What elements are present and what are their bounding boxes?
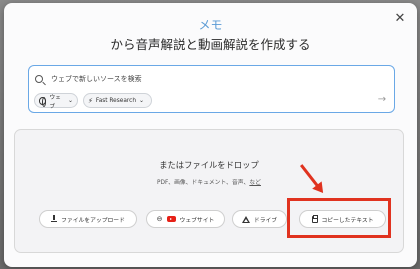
file-drop-zone[interactable]: またはファイルをドロップ PDF、画像、ドキュメント、音声、など ファイルをアッ… bbox=[14, 129, 404, 253]
youtube-icon bbox=[166, 216, 176, 222]
drive-button[interactable]: ドライブ bbox=[232, 210, 287, 228]
clipboard-icon bbox=[311, 214, 318, 223]
chevron-down-icon: ⌄ bbox=[139, 97, 145, 104]
formats-text: PDF、画像、ドキュメント、音声、 bbox=[157, 180, 250, 186]
globe-icon bbox=[39, 96, 47, 107]
upload-file-label: ファイルをアップロード bbox=[61, 217, 125, 224]
source-type-dropdown[interactable]: ウェブ ⌄ bbox=[34, 93, 78, 110]
research-mode-dropdown[interactable]: ⚡ Fast Research ⌄ bbox=[83, 93, 152, 108]
search-icon bbox=[35, 75, 43, 83]
research-mode-label: Fast Research bbox=[95, 97, 137, 104]
source-search-box: ウェブ ⌄ ⚡ Fast Research ⌄ → bbox=[28, 65, 395, 113]
brand-title: メモ bbox=[198, 18, 223, 32]
supported-formats: PDF、画像、ドキュメント、音声、など bbox=[15, 177, 403, 186]
more-formats-link[interactable]: など bbox=[249, 180, 261, 186]
upload-icon bbox=[51, 215, 58, 222]
website-button[interactable]: ⊖ ウェブサイト bbox=[146, 210, 225, 228]
search-input[interactable] bbox=[51, 72, 351, 86]
copied-text-button[interactable]: コピーしたテキスト bbox=[299, 210, 386, 228]
add-source-dialog: ✕ メモ から音声解説と動画解説を作成する ウェブ ⌄ ⚡ Fast Resea… bbox=[4, 3, 417, 267]
drive-icon bbox=[241, 215, 250, 223]
dialog-headline: から音声解説と動画解説を作成する bbox=[110, 37, 311, 52]
source-type-label: ウェブ bbox=[49, 94, 61, 110]
drive-label: ドライブ bbox=[253, 217, 278, 224]
website-label: ウェブサイト bbox=[179, 217, 215, 224]
upload-file-button[interactable]: ファイルをアップロード bbox=[39, 210, 137, 228]
drop-zone-title: またはファイルをドロップ bbox=[159, 160, 259, 170]
submit-arrow-icon[interactable]: → bbox=[376, 94, 388, 106]
chevron-down-icon: ⌄ bbox=[67, 97, 73, 104]
copied-text-label: コピーしたテキスト bbox=[321, 217, 374, 224]
link-icon: ⊖ bbox=[156, 215, 163, 223]
research-icon: ⚡ bbox=[88, 96, 93, 105]
